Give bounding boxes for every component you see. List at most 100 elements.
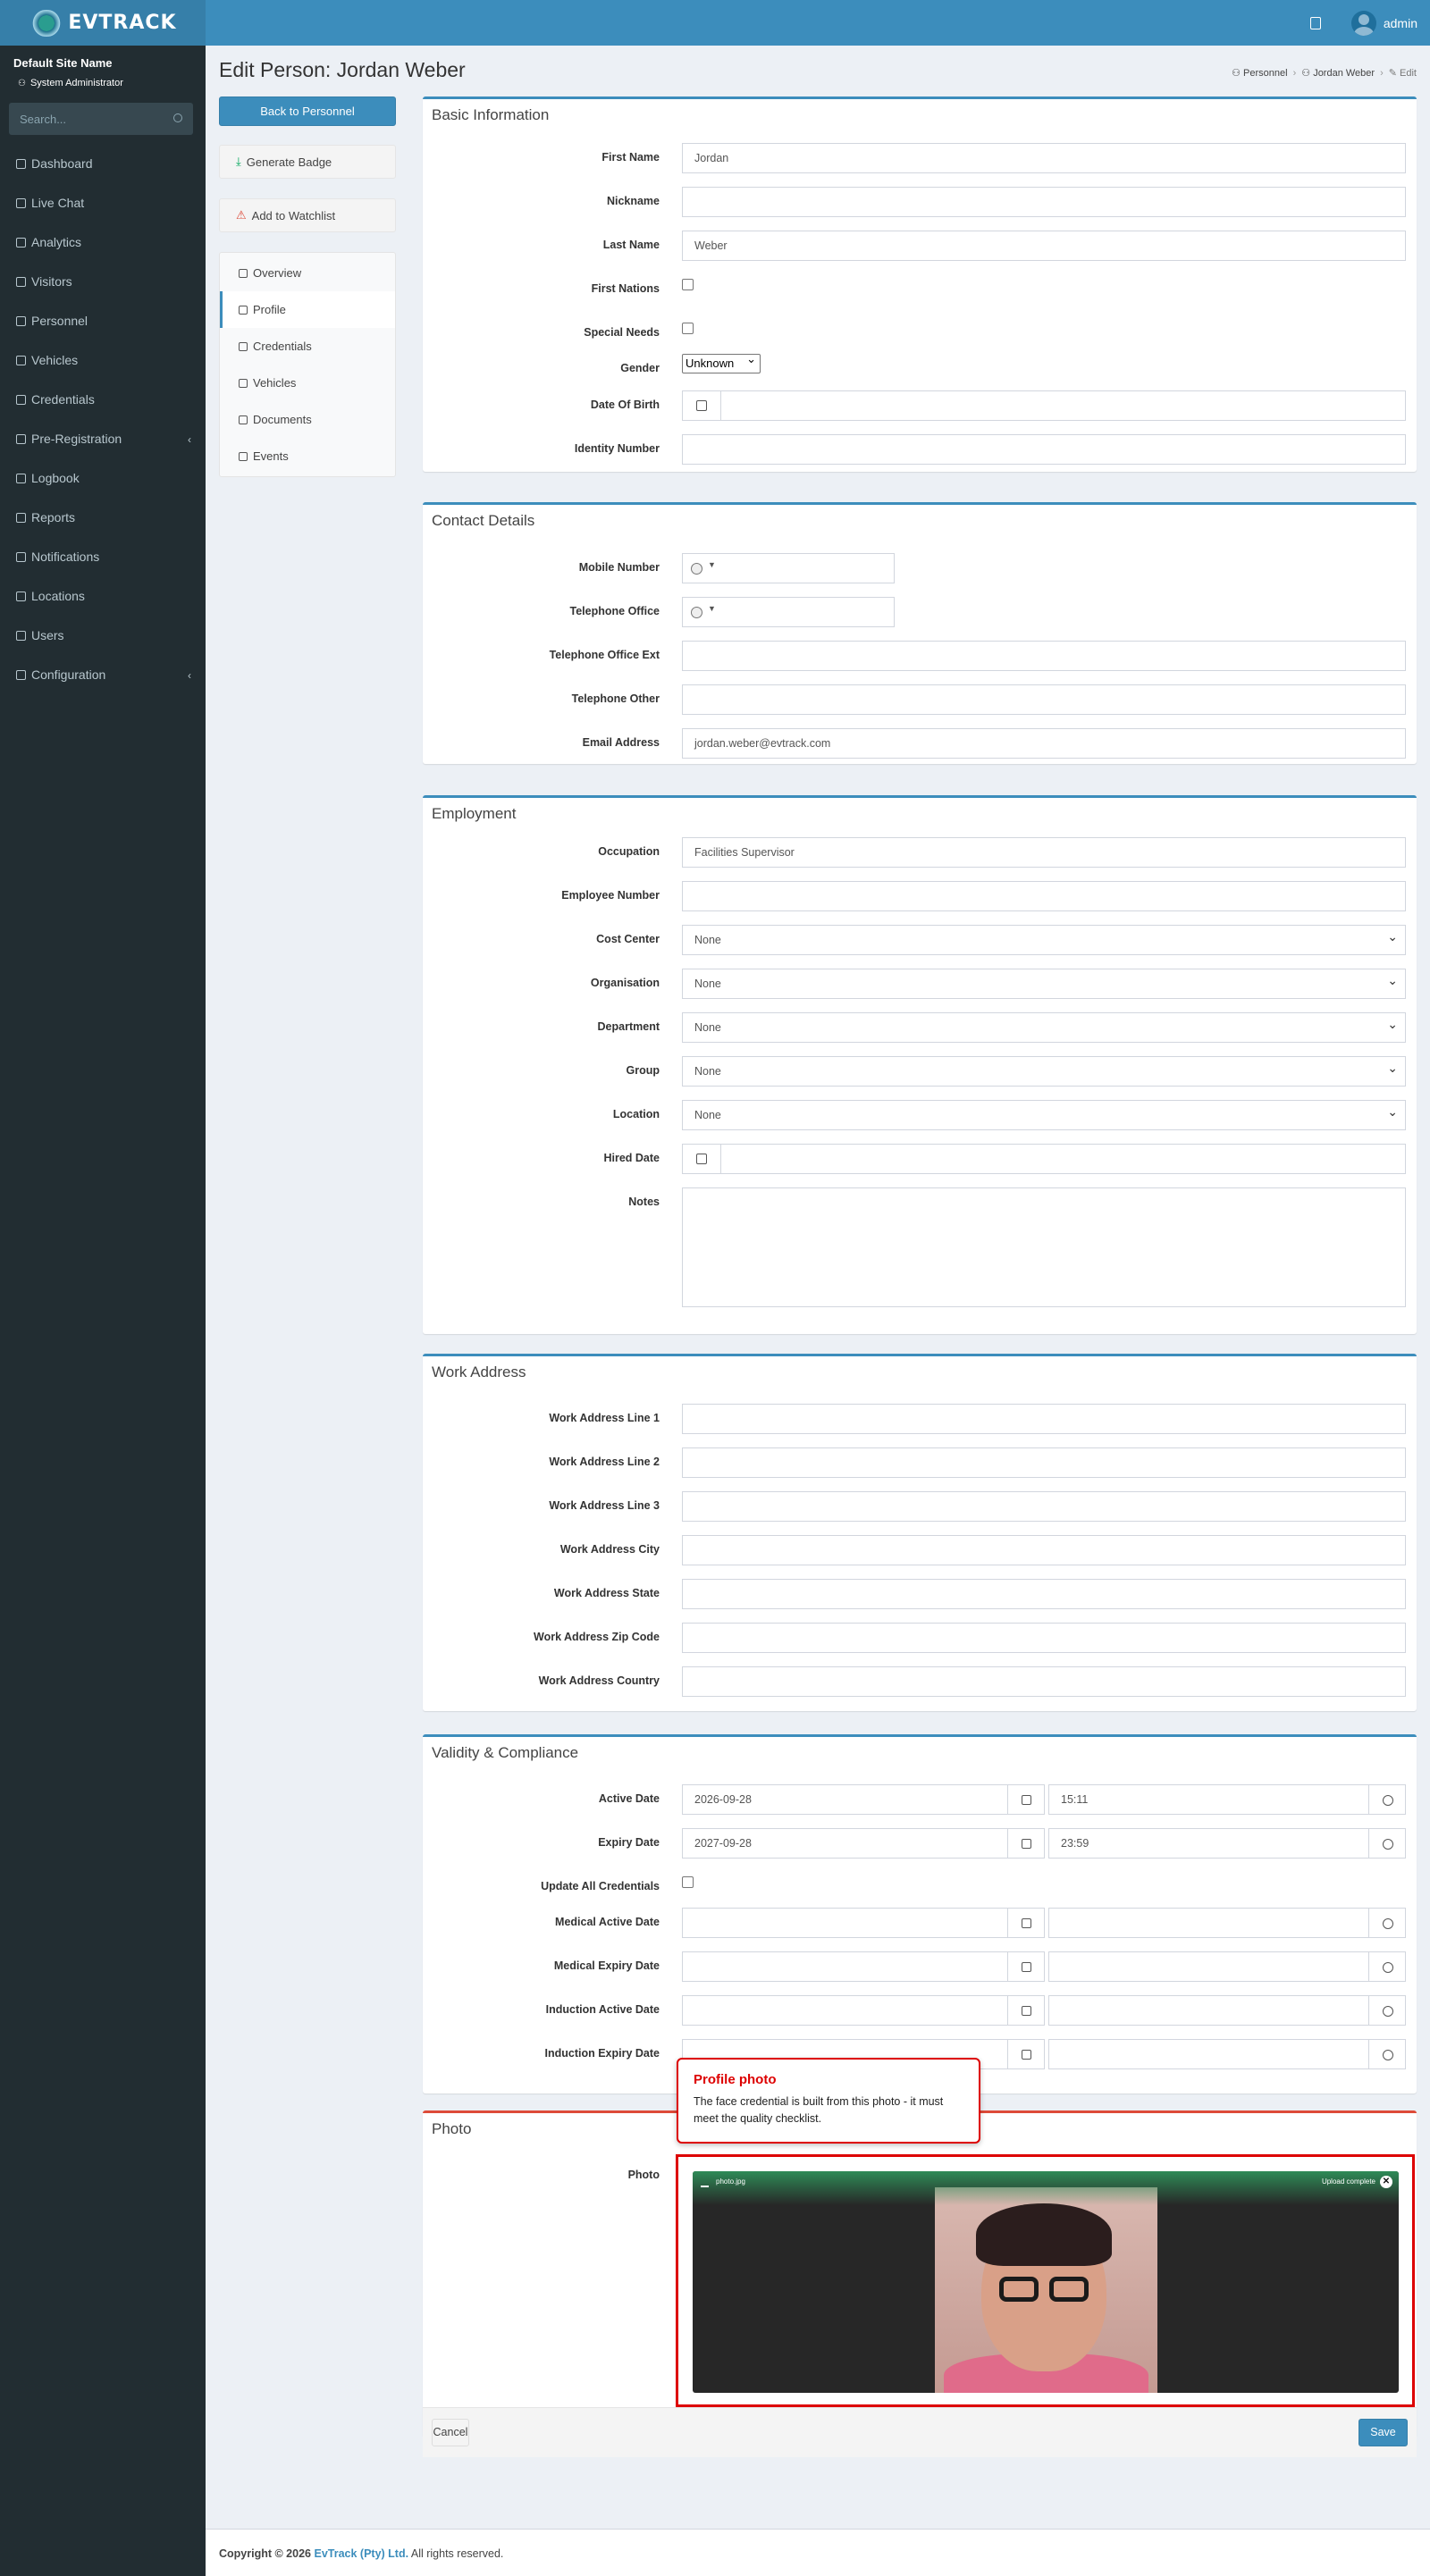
tab-overview[interactable]: Overview	[220, 255, 395, 291]
sidebar-item-vehicles[interactable]: Vehicles	[0, 340, 206, 380]
group-select[interactable]: None	[682, 1053, 1406, 1087]
expiry-time-clock-button[interactable]	[1368, 1828, 1406, 1859]
tab-documents[interactable]: Documents	[220, 401, 395, 438]
document-icon[interactable]	[1309, 16, 1321, 29]
back-to-personnel-button[interactable]: Back to Personnel	[219, 96, 396, 126]
organisation-select[interactable]: None	[682, 966, 1406, 999]
induction-expiry-time-field[interactable]	[1048, 2039, 1377, 2069]
copyright-text: Copyright © 2026	[219, 2547, 311, 2560]
tab-profile[interactable]: Profile	[220, 291, 395, 328]
induction-active-time-field[interactable]	[1048, 1995, 1377, 2026]
work-address-line2-field[interactable]	[682, 1447, 1406, 1478]
induction-active-calendar-button[interactable]	[1007, 1995, 1045, 2026]
identity-number-field[interactable]	[682, 434, 1406, 465]
induction-expiry-clock-button[interactable]	[1368, 2039, 1406, 2069]
induction-expiry-calendar-button[interactable]	[1007, 2039, 1045, 2069]
medical-active-clock-button[interactable]	[1368, 1908, 1406, 1938]
medical-expiry-calendar-button[interactable]	[1007, 1951, 1045, 1982]
expiry-date-calendar-button[interactable]	[1007, 1828, 1045, 1859]
sidebar-item-reports[interactable]: Reports	[0, 498, 206, 537]
active-time-field[interactable]: 15:11	[1048, 1784, 1377, 1815]
sidebar-item-users[interactable]: Users	[0, 616, 206, 655]
medical-active-date-field[interactable]	[682, 1908, 1008, 1938]
generate-badge-button[interactable]: ⤓ Generate Badge	[219, 145, 396, 179]
active-time-clock-button[interactable]	[1368, 1784, 1406, 1815]
left-column: Back to Personnel ⤓ Generate Badge ⚠ Add t…	[219, 96, 396, 477]
work-address-line1-field[interactable]	[682, 1404, 1406, 1434]
sidebar-item-label: Live Chat	[31, 196, 85, 210]
medical-expiry-date-field[interactable]	[682, 1951, 1008, 1982]
sidebar-item-configuration[interactable]: Configuration ‹	[0, 655, 206, 694]
special-needs-checkbox[interactable]	[682, 323, 694, 334]
sidebar-item-personnel[interactable]: Personnel	[0, 301, 206, 340]
add-to-watchlist-button[interactable]: ⚠ Add to Watchlist	[219, 198, 396, 232]
save-button[interactable]: Save	[1358, 2419, 1408, 2446]
induction-active-date-field[interactable]	[682, 1995, 1008, 2026]
work-address-line3-field[interactable]	[682, 1491, 1406, 1522]
tab-vehicles[interactable]: Vehicles	[220, 365, 395, 401]
work-address-city-field[interactable]	[682, 1535, 1406, 1565]
copyright-footer: Copyright © 2026 EvTrack (Pty) Ltd. All …	[206, 2529, 1430, 2576]
sidebar-item-logbook[interactable]: Logbook	[0, 458, 206, 498]
cost-center-select[interactable]: None	[682, 922, 1406, 955]
employee-number-field[interactable]	[682, 881, 1406, 911]
sidebar-item-credentials[interactable]: Credentials	[0, 380, 206, 419]
notes-textarea[interactable]	[682, 1187, 1406, 1307]
hired-calendar-button[interactable]	[682, 1144, 721, 1174]
medical-active-calendar-button[interactable]	[1007, 1908, 1045, 1938]
induction-active-clock-button[interactable]	[1368, 1995, 1406, 2026]
photo-upload-area[interactable]: photo.jpg Upload complete ✕	[676, 2154, 1415, 2407]
gender-select[interactable]: Unknown	[682, 350, 761, 373]
work-address-country-field[interactable]	[682, 1666, 1406, 1697]
last-name-field[interactable]: Weber	[682, 231, 1406, 261]
sidebar-item-analytics[interactable]: Analytics	[0, 222, 206, 262]
sidebar-item-label: Configuration	[31, 667, 106, 682]
cancel-button[interactable]: Cancel	[432, 2419, 469, 2446]
sidebar-item-dashboard[interactable]: Dashboard	[0, 144, 206, 183]
logo[interactable]: EVTRACK	[0, 0, 206, 46]
first-nations-checkbox[interactable]	[682, 279, 694, 290]
work-address-state-field[interactable]	[682, 1579, 1406, 1609]
tab-credentials[interactable]: Credentials	[220, 328, 395, 365]
sidebar-item-pre-registration[interactable]: Pre-Registration ‹	[0, 419, 206, 458]
medical-active-time-field[interactable]	[1048, 1908, 1377, 1938]
update-credentials-checkbox[interactable]	[682, 1876, 694, 1888]
mobile-field[interactable]: ▼	[682, 553, 895, 583]
sidebar-item-locations[interactable]: Locations	[0, 576, 206, 616]
remove-photo-icon[interactable]: ✕	[1380, 2176, 1392, 2188]
company-link[interactable]: EvTrack (Pty) Ltd.	[314, 2547, 408, 2560]
hired-date-field[interactable]	[720, 1144, 1406, 1174]
medical-expiry-time-field[interactable]	[1048, 1951, 1377, 1982]
sidebar-item-label: Pre-Registration	[31, 432, 122, 446]
work-address-zip-field[interactable]	[682, 1623, 1406, 1653]
telephone-office-field[interactable]: ▼	[682, 597, 895, 627]
medical-expiry-clock-button[interactable]	[1368, 1951, 1406, 1982]
breadcrumb-personnel[interactable]: ⚇ Personnel	[1232, 67, 1287, 79]
telephone-office-label: Telephone Office	[569, 605, 660, 617]
location-select[interactable]: None	[682, 1097, 1406, 1130]
occupation-field[interactable]: Facilities Supervisor	[682, 837, 1406, 868]
dob-field[interactable]	[720, 390, 1406, 421]
department-select[interactable]: None	[682, 1010, 1406, 1043]
telephone-ext-field[interactable]	[682, 641, 1406, 671]
nickname-field[interactable]	[682, 187, 1406, 217]
headset-icon	[16, 197, 26, 208]
active-date-field[interactable]: 2026-09-28	[682, 1784, 1008, 1815]
search-input[interactable]	[9, 103, 161, 135]
sidebar-item-visitors[interactable]: Visitors	[0, 262, 206, 301]
sidebar-item-live-chat[interactable]: Live Chat	[0, 183, 206, 222]
first-name-field[interactable]: Jordan	[682, 143, 1406, 173]
email-field[interactable]: jordan.weber@evtrack.com	[682, 728, 1406, 759]
telephone-other-field[interactable]	[682, 684, 1406, 715]
active-date-calendar-button[interactable]	[1007, 1784, 1045, 1815]
user-menu[interactable]: admin	[1350, 10, 1417, 36]
breadcrumb-person[interactable]: ⚇ Jordan Weber	[1301, 67, 1375, 79]
sidebar-item-notifications[interactable]: Notifications	[0, 537, 206, 576]
tab-events[interactable]: Events	[220, 438, 395, 474]
expiry-date-field[interactable]: 2027-09-28	[682, 1828, 1008, 1859]
expiry-time-field[interactable]: 23:59	[1048, 1828, 1377, 1859]
dob-calendar-button[interactable]	[682, 390, 721, 421]
employee-number-label: Employee Number	[561, 889, 660, 902]
download-icon[interactable]	[701, 2179, 709, 2187]
search-icon[interactable]	[173, 113, 182, 122]
